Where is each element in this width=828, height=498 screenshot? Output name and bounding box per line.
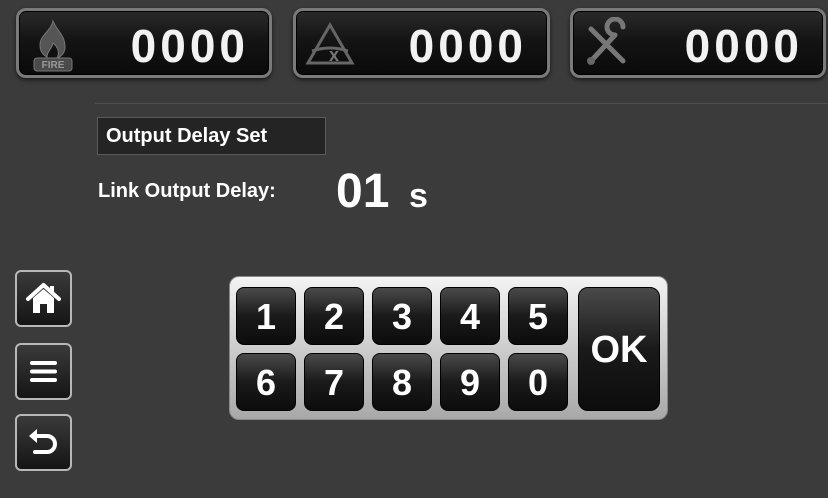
header-divider [95,103,828,104]
ok-button[interactable]: OK [578,287,660,411]
home-icon [26,283,61,313]
menu-button[interactable] [15,343,72,400]
numeric-keypad: 1 2 3 4 5 6 7 8 9 0 OK [229,276,668,420]
fire-counter: FIRE 0000 [16,8,272,78]
key-5[interactable]: 5 [508,287,568,345]
key-0[interactable]: 0 [508,353,568,411]
fault-counter: x 0000 [293,8,550,78]
link-output-delay-label: Link Output Delay: [98,180,276,202]
key-1[interactable]: 1 [236,287,296,345]
key-6[interactable]: 6 [236,353,296,411]
key-7[interactable]: 7 [304,353,364,411]
back-icon [29,429,57,454]
key-3[interactable]: 3 [372,287,432,345]
maintenance-counter: 0000 [570,8,826,78]
page-title: Output Delay Set [97,117,326,155]
svg-text:x: x [329,45,339,65]
key-4[interactable]: 4 [440,287,500,345]
maintenance-count: 0000 [684,20,803,72]
tools-icon [587,17,626,65]
link-output-delay-value[interactable]: 01 [336,164,389,219]
menu-icon [30,361,57,382]
key-2[interactable]: 2 [304,287,364,345]
home-button[interactable] [15,270,72,327]
back-button[interactable] [15,414,72,471]
fault-count: 0000 [408,20,527,72]
link-output-delay-unit: s [409,177,428,215]
svg-text:FIRE: FIRE [42,60,65,71]
fire-icon: FIRE [33,19,73,72]
key-9[interactable]: 9 [440,353,500,411]
key-8[interactable]: 8 [372,353,432,411]
fire-count: 0000 [130,20,249,72]
fault-icon: x [305,22,355,65]
